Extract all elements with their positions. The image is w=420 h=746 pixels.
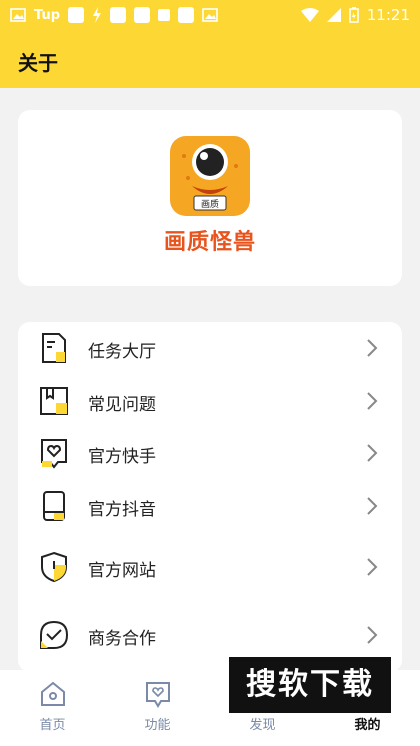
notification-icon [68,7,84,23]
menu-item-official-website[interactable]: 官方网站 [18,541,402,593]
chevron-right-icon [367,558,378,576]
task-hall-icon [42,333,66,363]
chevron-right-icon [367,497,378,515]
chevron-right-icon [367,626,378,644]
menu-item-label: 任务大厅 [88,342,156,362]
menu-item-label: 官方网站 [88,561,156,581]
app-logo-icon: 画质 [170,136,250,216]
tab-functions[interactable]: 功能 [105,680,210,740]
menu-item-faq[interactable]: 常见问题 [18,375,402,427]
image-icon [202,8,218,22]
app-bar: 关于 [0,32,420,88]
menu-list: 任务大厅 常见问题 官方快手 官方抖音 官方网站 商务合作 [18,322,402,672]
battery-icon [349,7,359,23]
status-bar: Tup 11:21 [0,0,420,32]
chevron-right-icon [367,392,378,410]
carrier-text: Tup [34,7,60,23]
kuaishou-heart-icon [41,439,67,469]
tab-label: 发现 [249,718,276,733]
menu-item-label: 官方快手 [88,447,156,467]
menu-item-business-cooperation[interactable]: 商务合作 [18,609,402,661]
chat-bubble-icon [40,620,69,649]
tab-home[interactable]: 首页 [0,680,105,740]
menu-item-task-hall[interactable]: 任务大厅 [18,322,402,374]
menu-item-label: 商务合作 [88,629,156,649]
page-title: 关于 [18,51,58,75]
watermark-logo: 搜软下载 [229,657,391,713]
home-icon [40,681,65,706]
about-card: 画质 画质怪兽 [18,110,402,286]
gallery-icon [10,8,26,22]
chevron-right-icon [367,339,378,357]
function-icon [145,682,170,708]
chevron-right-icon [367,444,378,462]
tab-label: 功能 [144,718,171,733]
notification-icon [134,7,150,23]
flash-icon [93,7,101,23]
tab-label: 首页 [39,718,66,733]
wifi-icon [300,8,319,22]
menu-item-official-douyin[interactable]: 官方抖音 [18,480,402,532]
tab-label: 我的 [354,718,381,733]
app-name: 画质怪兽 [163,230,256,255]
douyin-phone-icon [43,491,65,521]
faq-book-icon [40,387,68,415]
notification-icon [178,7,194,23]
shield-icon [41,551,67,583]
menu-item-label: 常见问题 [88,395,156,415]
menu-item-label: 官方抖音 [88,500,156,520]
clock: 11:21 [366,6,410,24]
signal-icon [326,8,341,22]
notification-icon [158,9,170,21]
menu-item-official-kuaishou[interactable]: 官方快手 [18,427,402,479]
logo-badge-text: 画质 [201,198,219,210]
notification-icon [110,7,126,23]
